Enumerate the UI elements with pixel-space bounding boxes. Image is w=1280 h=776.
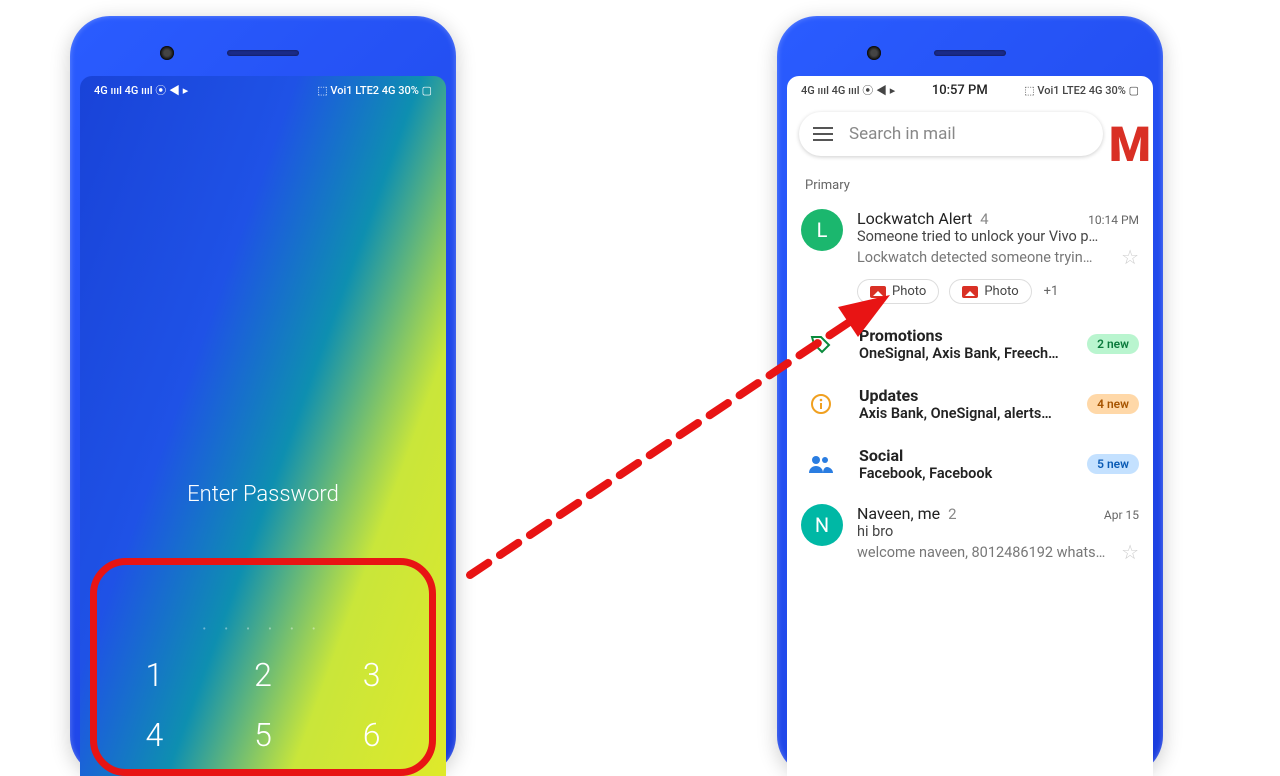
- keypad-key-3[interactable]: 3: [344, 656, 400, 694]
- numeric-keypad: • • • • • • 1 2 3 4 5 6: [80, 616, 446, 776]
- keypad-key-1[interactable]: 1: [126, 656, 182, 694]
- avatar: N: [801, 504, 843, 546]
- category-title: Updates: [859, 386, 1069, 405]
- status-left: 4G ıııl 4G ıııl ⦿ ◀ ▸: [801, 82, 895, 98]
- hamburger-menu-icon[interactable]: [813, 127, 833, 141]
- thread-count: 4: [980, 210, 988, 228]
- chip-label: Photo: [984, 284, 1018, 299]
- photo-attachment-chip[interactable]: Photo: [949, 279, 1031, 304]
- primary-section-label: Primary: [787, 164, 1153, 199]
- info-icon: [801, 392, 841, 416]
- speaker-icon: [934, 50, 1006, 56]
- email-subject: hi bro: [857, 523, 1139, 540]
- front-camera-icon: [160, 46, 174, 60]
- phone-frame-lockscreen: 4G ıııl 4G ıııl ⦿ ◀ ▸ ⬚ Voi1 LTE2 4G 30%…: [70, 16, 456, 776]
- avatar: L: [801, 209, 843, 251]
- more-attachments[interactable]: +1: [1044, 284, 1059, 299]
- email-time: Apr 15: [1104, 508, 1139, 522]
- email-row-lockwatch[interactable]: L Lockwatch Alert 4 10:14 PM Someone tri…: [787, 199, 1153, 314]
- new-badge: 2 new: [1087, 334, 1139, 354]
- category-social[interactable]: Social Facebook, Facebook 5 new: [787, 434, 1153, 494]
- phone-frame-gmail: 4G ıııl 4G ıııl ⦿ ◀ ▸ 10:57 PM ⬚ Voi1 LT…: [777, 16, 1163, 776]
- status-time: 10:57 PM: [932, 83, 988, 98]
- gmail-logo-icon: M: [1109, 116, 1145, 173]
- photo-attachment-chip[interactable]: Photo: [857, 279, 939, 304]
- status-right: ⬚ Voi1 LTE2 4G 30% ▢: [317, 84, 432, 97]
- email-subject: Someone tried to unlock your Vivo p…: [857, 228, 1139, 245]
- search-bar[interactable]: Search in mail: [799, 112, 1103, 156]
- attachment-chips: Photo Photo +1: [857, 279, 1139, 304]
- category-updates[interactable]: Updates Axis Bank, OneSignal, alerts… 4 …: [787, 374, 1153, 434]
- status-right: ⬚ Voi1 LTE2 4G 30% ▢: [1024, 84, 1139, 97]
- keypad-key-2[interactable]: 2: [235, 656, 291, 694]
- star-icon[interactable]: ☆: [1121, 245, 1139, 269]
- email-snippet: welcome naveen, 8012486192 whats…: [857, 544, 1115, 561]
- keypad-key-6[interactable]: 6: [344, 716, 400, 754]
- sender-name: Lockwatch Alert: [857, 209, 972, 228]
- category-desc: OneSignal, Axis Bank, Freech…: [859, 345, 1069, 362]
- front-camera-icon: [867, 46, 881, 60]
- new-badge: 4 new: [1087, 394, 1139, 414]
- speaker-icon: [227, 50, 299, 56]
- email-snippet: Lockwatch detected someone tryin…: [857, 249, 1115, 266]
- email-row-naveen[interactable]: N Naveen, me 2 Apr 15 hi bro welcome nav…: [787, 494, 1153, 574]
- keypad-key-4[interactable]: 4: [126, 716, 182, 754]
- photo-icon: [870, 286, 886, 298]
- status-bar: 4G ıııl 4G ıııl ⦿ ◀ ▸ ⬚ Voi1 LTE2 4G 30%…: [80, 76, 446, 102]
- new-badge: 5 new: [1087, 454, 1139, 474]
- tag-icon: [801, 332, 841, 356]
- search-placeholder: Search in mail: [849, 124, 1089, 144]
- pin-dots: • • • • • •: [100, 624, 426, 634]
- category-title: Social: [859, 446, 1069, 465]
- enter-password-label: Enter Password: [80, 482, 446, 507]
- sender-name: Naveen, me: [857, 504, 940, 523]
- category-promotions[interactable]: Promotions OneSignal, Axis Bank, Freech……: [787, 314, 1153, 374]
- lockscreen: 4G ıııl 4G ıııl ⦿ ◀ ▸ ⬚ Voi1 LTE2 4G 30%…: [80, 76, 446, 776]
- chip-label: Photo: [892, 284, 926, 299]
- gmail-screen: 4G ıııl 4G ıııl ⦿ ◀ ▸ 10:57 PM ⬚ Voi1 LT…: [787, 76, 1153, 776]
- category-desc: Facebook, Facebook: [859, 465, 1069, 482]
- star-icon[interactable]: ☆: [1121, 540, 1139, 564]
- category-desc: Axis Bank, OneSignal, alerts…: [859, 405, 1069, 422]
- keypad-key-5[interactable]: 5: [235, 716, 291, 754]
- social-icon: [801, 453, 841, 475]
- status-left: 4G ıııl 4G ıııl ⦿ ◀ ▸: [94, 82, 188, 98]
- category-title: Promotions: [859, 326, 1069, 345]
- email-time: 10:14 PM: [1088, 213, 1139, 227]
- thread-count: 2: [948, 505, 956, 523]
- photo-icon: [962, 286, 978, 298]
- status-bar: 4G ıııl 4G ıııl ⦿ ◀ ▸ 10:57 PM ⬚ Voi1 LT…: [787, 76, 1153, 102]
